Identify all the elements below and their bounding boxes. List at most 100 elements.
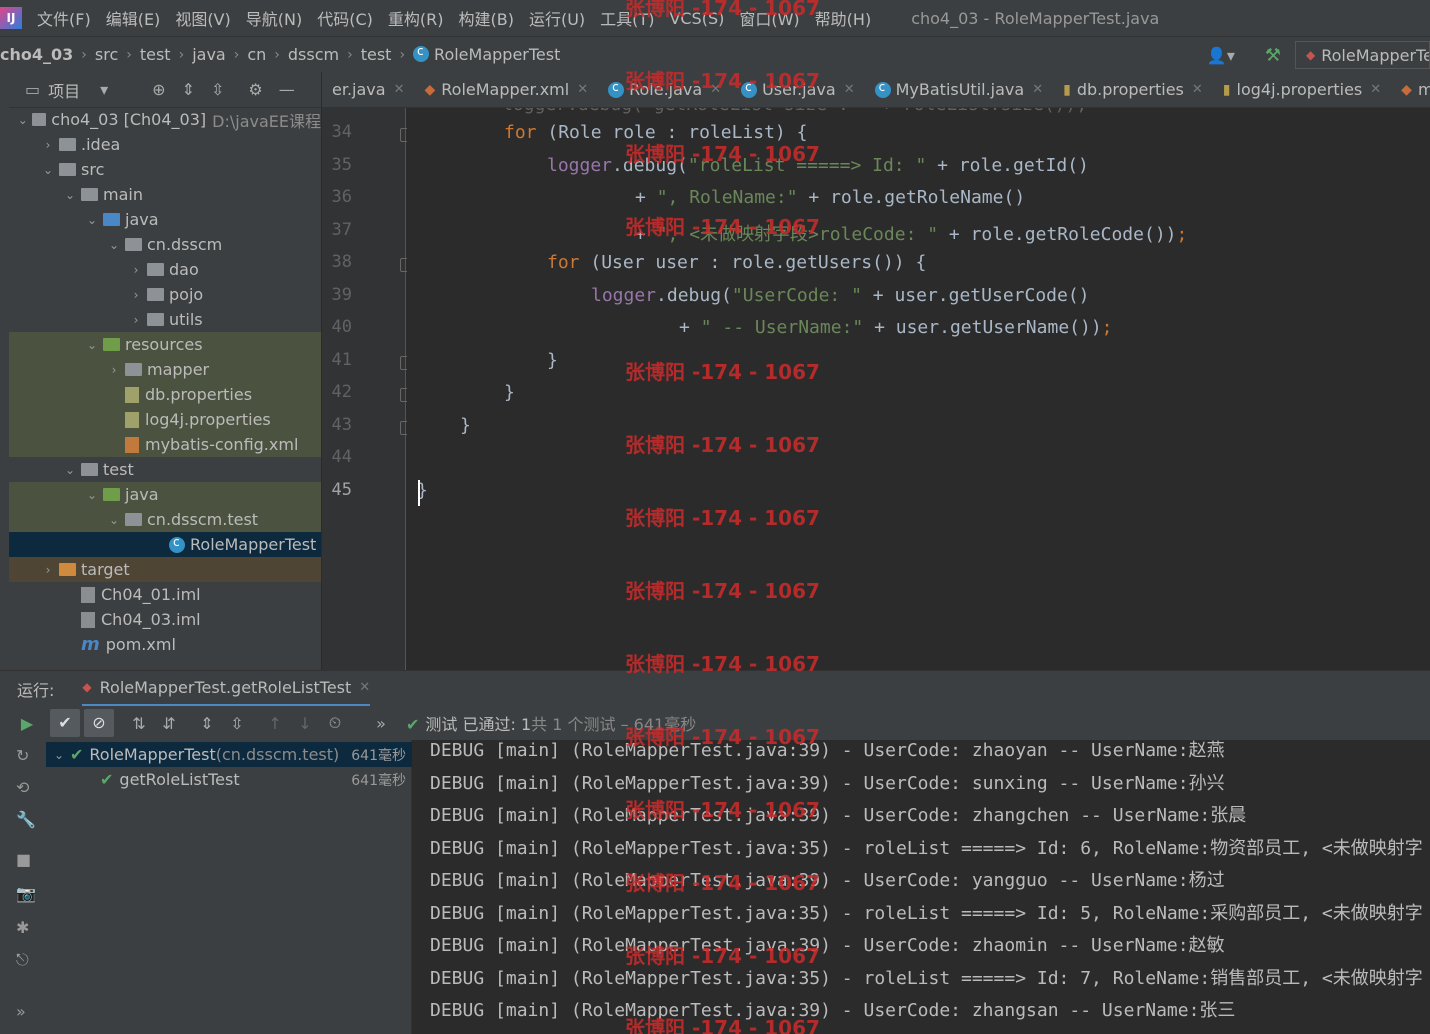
toggle-auto-test-icon[interactable]: ⟲ [16, 778, 29, 797]
chevron-right-icon[interactable]: › [107, 363, 121, 377]
rerun-icon[interactable]: ▶ [12, 714, 42, 733]
history-icon[interactable]: ⏲ [320, 713, 350, 733]
chevron-down-icon[interactable]: ⌄ [63, 188, 77, 202]
editor-tab[interactable]: ▮ db.properties ✕ [1053, 72, 1213, 107]
tree-item[interactable]: ⌄ main [9, 182, 321, 207]
wrench-icon[interactable]: 🔧 [16, 810, 36, 829]
close-icon[interactable]: ✕ [1370, 82, 1381, 97]
tree-item[interactable]: ⌄ resources [9, 332, 321, 357]
menu-build[interactable]: 构建(B) [459, 6, 514, 30]
next-failed-icon[interactable]: ↓ [290, 714, 320, 733]
locate-icon[interactable]: ⊕ [152, 80, 165, 99]
run-configuration-select[interactable]: ◆ RoleMapperTest [1295, 41, 1430, 69]
breadcrumb-item[interactable]: cho4_03 [0, 45, 73, 64]
menu-run[interactable]: 运行(U) [529, 6, 585, 30]
tree-item[interactable]: › target [9, 557, 321, 582]
menu-file[interactable]: 文件(F) [37, 6, 91, 30]
run-tab[interactable]: ◆ RoleMapperTest.getRoleListTest ✕ [82, 671, 371, 707]
tree-item[interactable]: ⌄ cho4_03 [Ch04_03] D:\javaEE课程 [9, 108, 321, 132]
tree-item[interactable]: › pojo [9, 282, 321, 307]
chevron-down-icon[interactable]: ⌄ [17, 113, 28, 127]
tree-item[interactable]: Ch04_01.iml [9, 582, 321, 607]
menu-navigate[interactable]: 导航(N) [246, 6, 302, 30]
editor-tab[interactable]: ◆ RoleMapper.xml ✕ [414, 72, 598, 107]
tree-item[interactable]: ⌄ cn.dsscm [9, 232, 321, 257]
chevron-down-icon[interactable]: ⌄ [85, 338, 99, 352]
test-suite-row[interactable]: ⌄ ✔ RoleMapperTest (cn.dsscm.test) 641毫秒 [46, 742, 412, 767]
camera-icon[interactable]: 📷 [16, 884, 36, 903]
breadcrumb-item[interactable]: dsscm [288, 45, 339, 64]
menu-refactor[interactable]: 重构(R) [388, 6, 444, 30]
breadcrumb-item[interactable]: test [361, 45, 392, 64]
close-icon[interactable]: ✕ [359, 680, 370, 695]
tree-item[interactable]: ⌄ java [9, 207, 321, 232]
hide-icon[interactable]: — [279, 80, 295, 99]
tree-item[interactable]: m pom.xml [9, 632, 321, 657]
close-icon[interactable]: ✕ [577, 82, 588, 97]
expand-all-icon[interactable]: ⇕ [192, 714, 222, 733]
project-view-icon[interactable]: ▭ [25, 80, 40, 99]
chevron-down-icon[interactable]: ⌄ [107, 238, 121, 252]
breadcrumb-item[interactable]: java [192, 45, 226, 64]
editor-tab[interactable]: MyBatisUtil.java ✕ [865, 72, 1054, 107]
collapse-all-icon[interactable]: ⇳ [211, 80, 224, 99]
console-output[interactable]: DEBUG [main] (RoleMapperTest.java:39) - … [413, 740, 1430, 1034]
tree-item[interactable]: RoleMapperTest [9, 532, 321, 557]
expand-all-icon[interactable]: ⇕ [182, 80, 195, 99]
user-icon[interactable]: 👤▾ [1207, 46, 1235, 65]
chevron-down-icon[interactable]: ⌄ [63, 463, 77, 477]
breadcrumb-item[interactable]: test [140, 45, 171, 64]
chevron-right-icon[interactable]: › [129, 263, 143, 277]
dropdown-icon[interactable]: ▾ [100, 80, 108, 99]
editor-tab[interactable]: ▮ log4j.properties ✕ [1213, 72, 1391, 107]
editor-tab[interactable]: er.java ✕ [322, 72, 414, 107]
tree-item[interactable]: db.properties [9, 382, 321, 407]
tree-item[interactable]: ⌄ java [9, 482, 321, 507]
close-icon[interactable]: ✕ [1192, 82, 1203, 97]
gear-icon[interactable]: ⚙ [248, 80, 262, 99]
menu-help[interactable]: 帮助(H) [815, 6, 872, 30]
close-icon[interactable]: ✕ [394, 82, 405, 97]
code-editor[interactable]: logger.debug("getRoleList size : " + rol… [407, 108, 1430, 670]
tree-item[interactable]: ⌄ src [9, 157, 321, 182]
chevron-down-icon[interactable]: ⌄ [85, 488, 99, 502]
stop-icon[interactable]: ■ [16, 850, 31, 869]
build-hammer-icon[interactable]: ⚒ [1265, 45, 1281, 66]
more-icon[interactable]: » [16, 1002, 26, 1021]
chevron-right-icon[interactable]: › [41, 563, 55, 577]
previous-failed-icon[interactable]: ↑ [260, 714, 290, 733]
tree-item[interactable]: ⌄ cn.dsscm.test [9, 507, 321, 532]
test-case-row[interactable]: ✔ getRoleListTest 641毫秒 [46, 767, 412, 792]
tree-item[interactable]: › .idea [9, 132, 321, 157]
tree-item[interactable]: › dao [9, 257, 321, 282]
chevron-down-icon[interactable]: ⌄ [85, 213, 99, 227]
tree-item[interactable]: mybatis-config.xml [9, 432, 321, 457]
chevron-right-icon[interactable]: › [129, 288, 143, 302]
close-icon[interactable]: ✕ [844, 82, 855, 97]
close-icon[interactable]: ✕ [1032, 82, 1043, 97]
menu-view[interactable]: 视图(V) [175, 6, 230, 30]
tree-item[interactable]: › utils [9, 307, 321, 332]
project-panel-title[interactable]: 项目 [48, 78, 80, 102]
exit-icon[interactable]: ⎋ [16, 950, 29, 970]
show-ignored-icon[interactable]: ⊘ [84, 709, 114, 737]
collapse-all-icon[interactable]: ⇳ [222, 714, 252, 733]
tree-item[interactable]: ⌄ test [9, 457, 321, 482]
sort-alpha-icon[interactable]: ⇅ [124, 714, 154, 733]
sort-duration-icon[interactable]: ⇵ [154, 714, 184, 733]
chevron-down-icon[interactable]: ⌄ [107, 513, 121, 527]
more-icon[interactable]: » [366, 714, 396, 733]
menu-edit[interactable]: 编辑(E) [106, 6, 161, 30]
menu-code[interactable]: 代码(C) [317, 6, 373, 30]
rerun-failed-icon[interactable]: ↻ [16, 746, 29, 765]
chevron-down-icon[interactable]: ⌄ [41, 163, 55, 177]
editor-tab[interactable]: ◆ my [1391, 72, 1430, 107]
show-passed-icon[interactable]: ✔ [50, 709, 80, 737]
tree-item[interactable]: › mapper [9, 357, 321, 382]
chevron-right-icon[interactable]: › [129, 313, 143, 327]
tree-item[interactable]: log4j.properties [9, 407, 321, 432]
breadcrumb-item[interactable]: src [95, 45, 118, 64]
breadcrumb-item-current[interactable]: RoleMapperTest [413, 44, 560, 64]
breadcrumb-item[interactable]: cn [247, 45, 266, 64]
tree-item[interactable]: Ch04_03.iml [9, 607, 321, 632]
